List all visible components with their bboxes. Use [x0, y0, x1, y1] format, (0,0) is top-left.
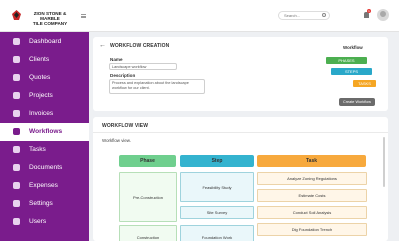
sidebar-item-label: Workflows [29, 128, 63, 135]
company-logo-icon [12, 10, 21, 20]
documents-icon [13, 164, 20, 171]
sidebar-item-label: Documents [29, 164, 63, 171]
description-field[interactable]: Process and explanation about the landsc… [109, 79, 205, 94]
users-icon [13, 218, 20, 225]
dashboard-icon [13, 38, 20, 45]
tasks-icon [13, 146, 20, 153]
workflow-view-card: WORKFLOW VIEW Workflow view. Phase Step … [93, 117, 388, 241]
step-cell[interactable]: Feasibility Study [180, 172, 254, 202]
menu-toggle-icon[interactable] [81, 14, 86, 18]
sidebar-item-label: Projects [29, 92, 53, 99]
step-label: Foundation Work [201, 234, 233, 240]
avatar[interactable] [377, 9, 389, 21]
phases-chip[interactable]: PHASES [326, 57, 367, 64]
sidebar-item-label: Quotes [29, 74, 51, 81]
company-name: ZION STONE & MARBLE TILE COMPANY [24, 11, 76, 26]
clients-icon [13, 56, 20, 63]
company-name-line1: ZION STONE & MARBLE [33, 11, 67, 21]
sidebar-item-users[interactable]: Users [0, 213, 89, 231]
scrollbar[interactable] [383, 137, 385, 187]
steps-chip[interactable]: STEPS [331, 68, 372, 75]
sidebar-item-expenses[interactable]: Expenses [0, 177, 89, 195]
workflow-label: Workflow [343, 45, 363, 50]
sidebar-item-label: Dashboard [29, 38, 62, 45]
name-label: Name [110, 57, 123, 62]
sidebar-item-label: Settings [29, 200, 53, 207]
search-icon[interactable] [322, 13, 326, 17]
quotes-icon [13, 74, 20, 81]
sidebar-item-dashboard[interactable]: Dashboard [0, 33, 89, 51]
task-cell[interactable]: Estimate Costs [257, 189, 367, 202]
step-cell[interactable]: Site Survey [180, 206, 254, 219]
sidebar-item-label: Clients [29, 56, 50, 63]
task-label: Dig Foundation Trench [291, 227, 333, 232]
workflow-creation-title: WORKFLOW CREATION [110, 43, 170, 49]
create-workflow-button[interactable]: Create Workflow [339, 98, 375, 106]
phase-column-header: Phase [119, 155, 176, 167]
sidebar-item-label: Users [29, 218, 47, 225]
sidebar-item-label: Tasks [29, 146, 46, 153]
sidebar-item-label: Expenses [29, 182, 58, 189]
sidebar-item-workflows[interactable]: Workflows [0, 123, 89, 141]
notification-badge: 1 [367, 9, 371, 13]
phase-label: Pre-Construction [132, 194, 163, 200]
workflow-view-subtitle: Workflow view. [102, 138, 131, 143]
workflow-creation-card: ← WORKFLOW CREATION Name Landscape workf… [93, 37, 388, 111]
back-arrow-icon[interactable]: ← [99, 42, 106, 49]
top-header: ZION STONE & MARBLE TILE COMPANY 1 [0, 0, 399, 32]
phase-cell[interactable]: Construction [119, 225, 177, 241]
settings-icon [13, 200, 20, 207]
projects-icon [13, 92, 20, 99]
invoices-icon [13, 110, 20, 117]
workflow-view-title: WORKFLOW VIEW [102, 123, 149, 129]
name-field[interactable]: Landscape workflow [109, 63, 177, 70]
sidebar-item-projects[interactable]: Projects [0, 87, 89, 105]
company-name-line2: TILE COMPANY [32, 21, 68, 26]
sidebar-item-tasks[interactable]: Tasks [0, 141, 89, 159]
task-label: Estimate Costs [298, 193, 326, 198]
workflows-icon [13, 128, 20, 135]
task-label: Conduct Soil Analysis [292, 210, 332, 215]
task-column-header: Task [257, 155, 366, 167]
phase-label: Construction [136, 234, 160, 240]
task-cell[interactable]: Conduct Soil Analysis [257, 206, 367, 219]
description-label: Description [110, 73, 136, 78]
workflow-view-header: WORKFLOW VIEW [93, 117, 388, 133]
step-column-header: Step [180, 155, 254, 167]
sidebar-item-invoices[interactable]: Invoices [0, 105, 89, 123]
task-label: Analyze Zoning Regulations [287, 176, 337, 181]
sidebar-item-documents[interactable]: Documents [0, 159, 89, 177]
sidebar: Dashboard Clients Quotes Projects Invoic… [0, 32, 89, 241]
sidebar-item-settings[interactable]: Settings [0, 195, 89, 213]
sidebar-item-label: Invoices [29, 110, 54, 117]
step-cell[interactable]: Foundation Work [180, 225, 254, 241]
step-label: Feasibility Study [202, 184, 232, 190]
step-label: Site Survey [206, 210, 228, 215]
sidebar-item-clients[interactable]: Clients [0, 51, 89, 69]
task-cell[interactable]: Analyze Zoning Regulations [257, 172, 367, 185]
expenses-icon [13, 182, 20, 189]
sidebar-item-quotes[interactable]: Quotes [0, 69, 89, 87]
task-cell[interactable]: Dig Foundation Trench [257, 223, 367, 236]
tasks-chip[interactable]: TASKS [353, 80, 376, 87]
phase-cell[interactable]: Pre-Construction [119, 172, 177, 222]
